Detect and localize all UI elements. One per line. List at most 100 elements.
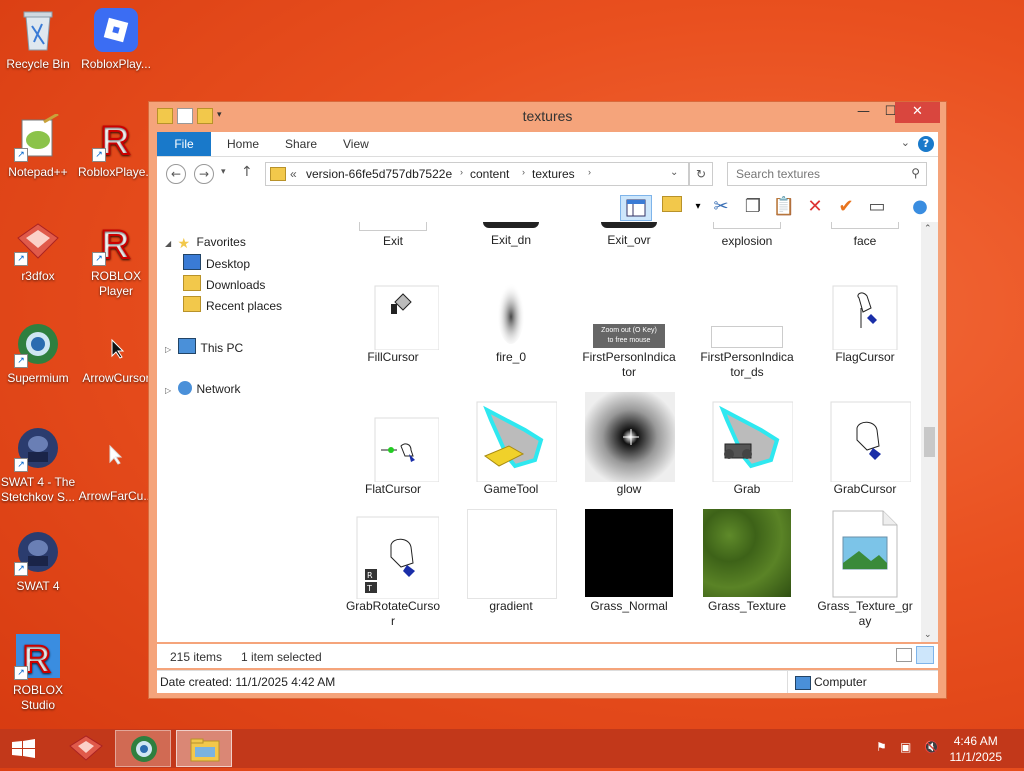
file-item[interactable]: Grass_Texture_gr ay: [810, 507, 920, 629]
nav-desktop[interactable]: Desktop: [183, 254, 250, 272]
svg-text:T: T: [366, 584, 372, 593]
file-item[interactable]: FillCursor: [338, 258, 448, 365]
expand-ribbon-icon[interactable]: ⌄: [901, 136, 910, 149]
nav-recent-places[interactable]: Recent places: [183, 296, 282, 314]
breadcrumb-content[interactable]: content: [470, 167, 509, 181]
search-box[interactable]: Search textures ⚲: [727, 162, 927, 186]
file-item[interactable]: fire_0: [456, 258, 566, 365]
expand-arrow-icon[interactable]: ◢: [165, 239, 171, 248]
tab-file[interactable]: File: [157, 132, 211, 156]
desktop-icon-robloxplayer-1[interactable]: RobloxPlay...: [78, 6, 154, 72]
desktop-icon-label: Notepad++: [8, 165, 68, 179]
file-item[interactable]: gradient: [456, 507, 566, 614]
minimize-button[interactable]: —: [850, 102, 877, 123]
desktop-icon-swat4[interactable]: ↗ SWAT 4: [0, 528, 76, 594]
search-input[interactable]: Search textures: [736, 167, 820, 181]
desktop-icon-arrowcursor[interactable]: ArrowCursor: [78, 320, 154, 386]
up-arrow-icon[interactable]: ↑: [241, 164, 253, 180]
checkmark-icon[interactable]: ✔: [833, 195, 859, 219]
paste-icon[interactable]: 📋: [771, 195, 797, 219]
taskbar-supermium[interactable]: [115, 730, 171, 767]
desktop-icon-robloxplayer-2[interactable]: R ↗ RobloxPlaye...: [78, 114, 156, 180]
breadcrumb-separator-icon[interactable]: ›: [588, 167, 591, 177]
file-item[interactable]: face: [810, 222, 920, 249]
file-item[interactable]: RT GrabRotateCurso r: [338, 507, 448, 629]
desktop-icon-roblox-studio[interactable]: R ↗ ROBLOX Studio: [0, 632, 76, 713]
nav-downloads[interactable]: Downloads: [183, 275, 265, 293]
expand-arrow-icon[interactable]: ▷: [165, 386, 171, 395]
breadcrumb-overflow[interactable]: «: [290, 167, 297, 181]
nav-this-pc[interactable]: ▷ This PC: [165, 338, 243, 356]
file-item[interactable]: FlatCursor: [338, 390, 448, 497]
delete-icon[interactable]: ✕: [802, 195, 828, 219]
preview-pane-icon[interactable]: [620, 195, 652, 221]
file-thumbnail: [583, 507, 675, 599]
search-icon[interactable]: ⚲: [911, 166, 920, 180]
copy-icon[interactable]: ❐: [740, 195, 766, 219]
desktop-icon-supermium[interactable]: ↗ Supermium: [0, 320, 76, 386]
file-item[interactable]: GameTool: [456, 390, 566, 497]
large-icons-view-icon[interactable]: [916, 646, 934, 664]
address-bar[interactable]: « version-66fe5d757db7522e › content › t…: [265, 162, 689, 186]
back-button[interactable]: ←: [166, 164, 186, 184]
network-status-icon[interactable]: ▣: [900, 740, 911, 754]
tab-view[interactable]: View: [343, 132, 369, 156]
system-clock[interactable]: 4:46 AM 11/1/2025: [950, 733, 1003, 765]
file-item[interactable]: FlagCursor: [810, 258, 920, 365]
breadcrumb-separator-icon[interactable]: ›: [522, 167, 525, 177]
nav-network[interactable]: ▷ Network: [165, 380, 241, 398]
file-item[interactable]: Exit_ovr: [574, 222, 684, 248]
file-item[interactable]: Grass_Normal: [574, 507, 684, 614]
clock-date: 11/1/2025: [949, 750, 1003, 764]
file-item[interactable]: Exit_dn: [456, 222, 566, 248]
start-button[interactable]: [0, 730, 48, 767]
file-item[interactable]: Exit: [338, 222, 448, 249]
file-item[interactable]: explosion: [692, 222, 802, 249]
file-item[interactable]: glow: [574, 390, 684, 497]
tab-home[interactable]: Home: [227, 132, 259, 156]
desktop-icon-label: r3dfox: [21, 269, 55, 283]
desktop-icon-roblox-player[interactable]: R ↗ ROBLOX Player: [78, 218, 154, 299]
breadcrumb-textures[interactable]: textures: [532, 167, 575, 181]
file-thumbnail: [601, 222, 657, 228]
file-item[interactable]: Grab: [692, 390, 802, 497]
recent-locations-icon[interactable]: ▾: [221, 167, 226, 177]
desktop-icon-label: RobloxPlaye...: [78, 165, 156, 179]
refresh-icon[interactable]: ↻: [689, 162, 713, 186]
desktop-icon-arrowfarcursor[interactable]: ArrowFarCu...: [78, 438, 154, 504]
rename-icon[interactable]: ▭: [864, 195, 890, 219]
help-icon[interactable]: ?: [918, 136, 934, 152]
tab-share[interactable]: Share: [285, 132, 317, 156]
forward-button[interactable]: →: [194, 164, 214, 184]
volume-muted-icon[interactable]: 🔇: [924, 740, 939, 754]
taskbar-file-explorer[interactable]: [176, 730, 232, 767]
file-item[interactable]: GrabCursor: [810, 390, 920, 497]
title-bar[interactable]: ▾ textures — ☐ ✕: [149, 102, 946, 132]
folder-options-icon[interactable]: [659, 195, 685, 219]
action-center-flag-icon[interactable]: ⚑: [876, 740, 887, 754]
file-name: GameTool: [483, 482, 539, 496]
cut-icon[interactable]: ✂: [708, 195, 734, 219]
details-view-icon[interactable]: [896, 648, 912, 662]
file-item[interactable]: Grass_Texture: [692, 507, 802, 614]
address-dropdown-icon[interactable]: ⌄: [670, 167, 678, 178]
desktop-icon-r3dfox[interactable]: ↗ r3dfox: [0, 218, 76, 284]
nav-favorites[interactable]: ◢ ★ Favorites: [165, 233, 246, 251]
scrollbar-thumb[interactable]: [924, 427, 935, 457]
file-item[interactable]: FirstPersonIndica tor_ds: [692, 258, 802, 380]
close-button[interactable]: ✕: [895, 102, 940, 123]
vertical-scrollbar[interactable]: ⌃ ⌄: [921, 222, 938, 642]
scroll-down-icon[interactable]: ⌄: [924, 630, 932, 640]
desktop-icon-swat4-stetchkov[interactable]: ↗ SWAT 4 - The Stetchkov S...: [0, 424, 76, 505]
breadcrumb-separator-icon[interactable]: ›: [460, 167, 463, 177]
desktop-icon-recycle-bin[interactable]: Recycle Bin: [0, 6, 76, 72]
breadcrumb-version[interactable]: version-66fe5d757db7522e: [306, 167, 452, 181]
network-globe-icon[interactable]: ●: [907, 195, 933, 219]
file-item[interactable]: Zoom out (O Key) to free mouse FirstPers…: [574, 258, 684, 380]
expand-arrow-icon[interactable]: ▷: [165, 345, 171, 354]
taskbar-r3dfox[interactable]: [58, 730, 114, 767]
desktop-icon-notepadpp[interactable]: ↗ Notepad++: [0, 112, 76, 180]
scroll-up-icon[interactable]: ⌃: [924, 224, 932, 234]
nav-label: Recent places: [206, 299, 283, 313]
r3dfox-icon: [69, 735, 103, 761]
